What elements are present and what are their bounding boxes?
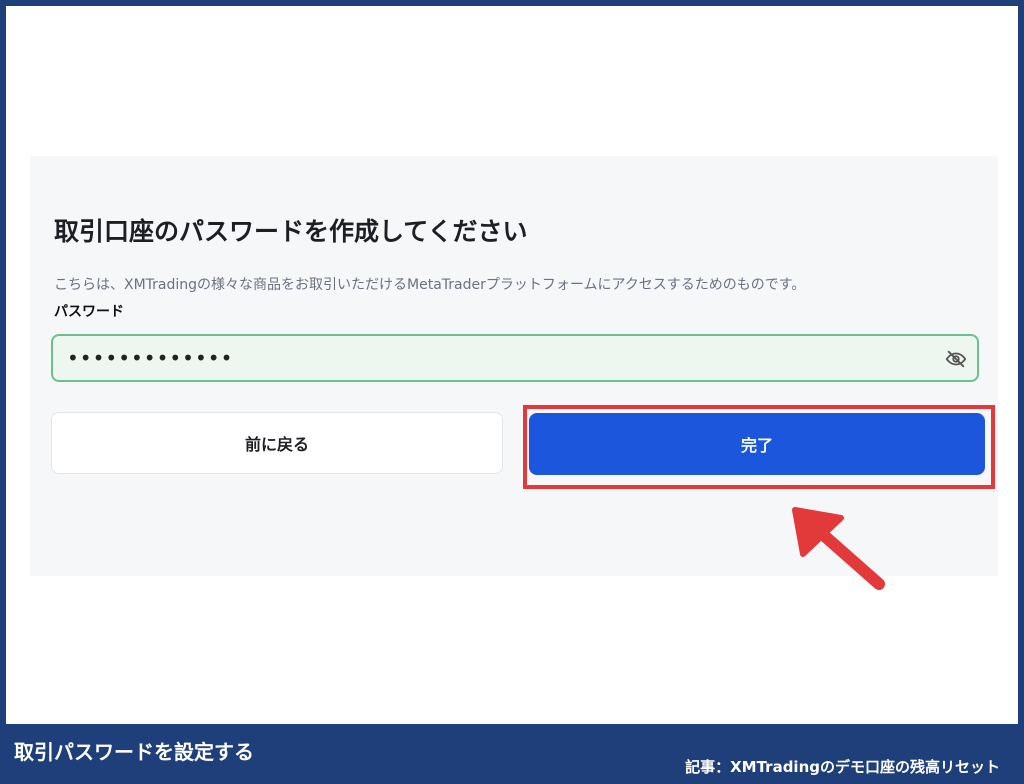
caption-bar: 取引パスワードを設定する 記事：XMTradingのデモ口座の残高リセット (0, 724, 1024, 784)
arrow-up-left-icon (792, 507, 885, 590)
password-value: ••••••••••••• (67, 346, 234, 370)
screenshot-frame: 取引口座のパスワードを作成してください こちらは、XMTradingの様々な商品… (6, 6, 1018, 724)
password-label: パスワード (54, 304, 124, 320)
password-field[interactable]: ••••••••••••• (51, 334, 979, 382)
caption-text: 取引パスワードを設定する (14, 740, 254, 764)
eye-slash-icon[interactable] (945, 348, 967, 370)
back-button[interactable]: 前に戻る (51, 412, 503, 474)
done-button[interactable]: 完了 (529, 413, 985, 475)
article-source: 記事：XMTradingのデモ口座の残高リセット (685, 758, 1000, 776)
page-title: 取引口座のパスワードを作成してください (54, 217, 528, 246)
form-description: こちらは、XMTradingの様々な商品をお取引いただけるMetaTraderプ… (54, 277, 806, 293)
